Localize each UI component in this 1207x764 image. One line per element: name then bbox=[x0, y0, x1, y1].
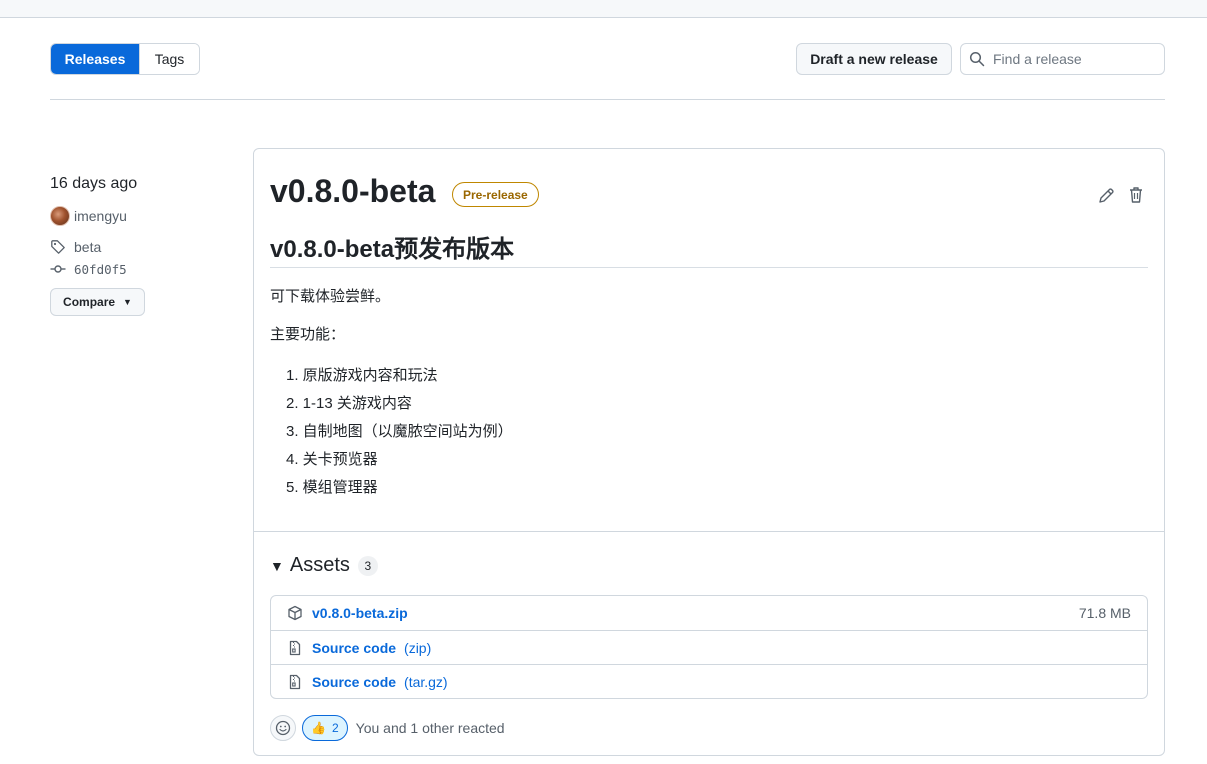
compare-label: Compare bbox=[63, 295, 116, 309]
assets-count-badge: 3 bbox=[357, 555, 378, 576]
asset-name-link[interactable]: Source code bbox=[312, 640, 396, 656]
tag-link[interactable]: beta bbox=[50, 236, 240, 258]
smiley-icon bbox=[275, 720, 291, 736]
asset-format[interactable]: (zip) bbox=[404, 640, 431, 656]
tab-releases[interactable]: Releases bbox=[51, 44, 139, 74]
add-reaction-button[interactable] bbox=[270, 715, 296, 741]
asset-format[interactable]: (tar.gz) bbox=[404, 674, 448, 690]
reaction-count: 2 bbox=[331, 721, 339, 735]
pencil-icon[interactable] bbox=[1096, 186, 1116, 206]
draft-new-release-button[interactable]: Draft a new release bbox=[796, 43, 952, 75]
release-notes-paragraph: 可下载体验尝鲜。 bbox=[270, 288, 391, 305]
tab-tags[interactable]: Tags bbox=[139, 44, 199, 74]
list-item: 3. 自制地图（以魔脓空间站为例） bbox=[286, 423, 513, 440]
list-item: 2. 1-13 关游戏内容 bbox=[286, 395, 412, 412]
release-card: v0.8.0-beta Pre-release v0.8.0-beta预发布版本… bbox=[253, 148, 1165, 756]
file-zip-icon bbox=[289, 674, 301, 689]
header-divider bbox=[50, 99, 1165, 100]
release-notes: v0.8.0-beta预发布版本 可下载体验尝鲜。 主要功能： 1. 原版游戏内… bbox=[270, 229, 1148, 502]
list-item: 5. 模组管理器 bbox=[286, 479, 378, 496]
asset-row[interactable]: Source code (tar.gz) bbox=[271, 664, 1147, 698]
assets-toggle[interactable]: ▼ Assets 3 bbox=[270, 554, 378, 577]
assets-list: v0.8.0-beta.zip 71.8 MB Source code (zip… bbox=[270, 595, 1148, 699]
file-zip-icon bbox=[289, 640, 301, 655]
search-icon bbox=[969, 51, 985, 67]
features-list: 1. 原版游戏内容和玩法 2. 1-13 关游戏内容 3. 自制地图（以魔脓空间… bbox=[270, 362, 1148, 502]
releases-tags-switch: Releases Tags bbox=[50, 43, 200, 75]
release-notes-heading: v0.8.0-beta预发布版本 bbox=[270, 229, 1148, 268]
trash-icon[interactable] bbox=[1126, 185, 1146, 205]
features-intro: 主要功能： bbox=[270, 326, 346, 343]
tag-icon bbox=[51, 240, 65, 254]
package-icon bbox=[288, 605, 302, 621]
asset-row[interactable]: v0.8.0-beta.zip 71.8 MB bbox=[271, 596, 1147, 630]
avatar[interactable] bbox=[50, 206, 70, 226]
commit-sha[interactable]: 60fd0f5 bbox=[74, 262, 127, 277]
chevron-down-icon: ▼ bbox=[123, 297, 132, 307]
list-item: 1. 原版游戏内容和玩法 bbox=[286, 367, 438, 384]
find-release-search[interactable] bbox=[960, 43, 1165, 75]
asset-size: 71.8 MB bbox=[1078, 605, 1131, 621]
search-input[interactable] bbox=[993, 51, 1153, 67]
compare-button[interactable]: Compare ▼ bbox=[50, 288, 145, 316]
asset-name-link[interactable]: v0.8.0-beta.zip bbox=[312, 605, 408, 621]
top-navigation-strip bbox=[0, 0, 1207, 18]
release-title[interactable]: v0.8.0-beta bbox=[270, 173, 435, 210]
triangle-down-icon: ▼ bbox=[270, 557, 284, 574]
release-meta-sidebar: 16 days ago imengyu beta 60fd0f5 Compare… bbox=[50, 175, 240, 316]
assets-label: Assets bbox=[289, 554, 350, 576]
author-name[interactable]: imengyu bbox=[74, 208, 127, 224]
asset-name-link[interactable]: Source code bbox=[312, 674, 396, 690]
reaction-summary: You and 1 other reacted bbox=[355, 720, 505, 736]
list-item: 4. 关卡预览器 bbox=[286, 451, 378, 468]
commit-icon bbox=[50, 265, 66, 273]
thumbs-up-reaction[interactable]: 👍 2 bbox=[302, 715, 348, 741]
reactions-bar: 👍 2 You and 1 other reacted bbox=[270, 715, 505, 741]
prerelease-badge: Pre-release bbox=[452, 182, 539, 207]
asset-row[interactable]: Source code (zip) bbox=[271, 630, 1147, 664]
thumbs-up-icon: 👍 bbox=[311, 721, 326, 735]
card-divider bbox=[254, 531, 1164, 532]
commit-link[interactable]: 60fd0f5 bbox=[50, 258, 240, 280]
author[interactable]: imengyu bbox=[50, 205, 240, 227]
release-date: 16 days ago bbox=[50, 175, 138, 192]
tag-name[interactable]: beta bbox=[74, 239, 101, 255]
